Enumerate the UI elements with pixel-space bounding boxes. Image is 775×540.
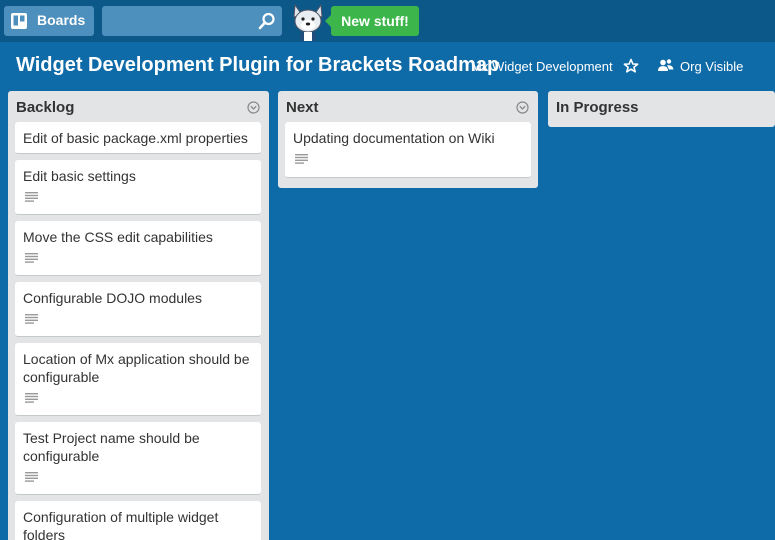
card-title: Updating documentation on Wiki [293, 130, 495, 146]
card-title: Move the CSS edit capabilities [23, 229, 213, 245]
card[interactable]: Test Project name should be configurable [15, 422, 261, 495]
star-icon[interactable] [623, 58, 639, 74]
search-box[interactable] [102, 6, 282, 36]
boards-button[interactable]: Boards [4, 6, 94, 36]
description-icon [25, 314, 38, 324]
card[interactable]: Move the CSS edit capabilities [15, 221, 261, 276]
boards-label: Boards [37, 12, 86, 28]
list-title[interactable]: Backlog [16, 99, 74, 116]
org-name-link[interactable]: Mx Widget Development [471, 59, 613, 74]
org-visibility-icon [658, 59, 674, 71]
search-input[interactable] [102, 6, 252, 36]
card[interactable]: Edit basic settings [15, 160, 261, 215]
list-title[interactable]: Next [286, 99, 319, 116]
description-icon [25, 393, 38, 403]
description-icon [295, 154, 308, 164]
visibility-button[interactable]: Org Visible [680, 59, 743, 74]
card[interactable]: Updating documentation on Wiki [285, 122, 531, 178]
new-stuff-button[interactable]: New stuff! [325, 6, 419, 36]
boards-icon [11, 13, 27, 29]
card-title: Configurable DOJO modules [23, 290, 202, 306]
husky-mascot-icon [293, 3, 323, 41]
top-header-bar: Boards New stuff! [0, 0, 775, 42]
card[interactable]: Configuration of multiple widget folders [15, 501, 261, 540]
list-title[interactable]: In Progress [556, 99, 639, 116]
list-backlog: Backlog Edit of basic package.xml proper… [8, 91, 269, 540]
card-title: Location of Mx application should be con… [23, 351, 250, 385]
board-title[interactable]: Widget Development Plugin for Brackets R… [16, 54, 499, 77]
description-icon [25, 472, 38, 482]
list-next: Next Updating documentation on Wiki [278, 91, 538, 188]
list-menu-icon[interactable] [516, 101, 529, 114]
card-title: Edit basic settings [23, 168, 136, 184]
card[interactable]: Edit of basic package.xml properties [15, 122, 261, 154]
description-icon [25, 253, 38, 263]
description-icon [25, 192, 38, 202]
card[interactable]: Location of Mx application should be con… [15, 343, 261, 416]
card[interactable]: Configurable DOJO modules [15, 282, 261, 337]
list-menu-icon[interactable] [247, 101, 260, 114]
card-title: Test Project name should be configurable [23, 430, 200, 464]
list-in-progress: In Progress [548, 91, 775, 127]
card-title: Configuration of multiple widget folders [23, 509, 219, 540]
search-icon[interactable] [258, 12, 276, 30]
card-title: Edit of basic package.xml properties [23, 130, 248, 146]
